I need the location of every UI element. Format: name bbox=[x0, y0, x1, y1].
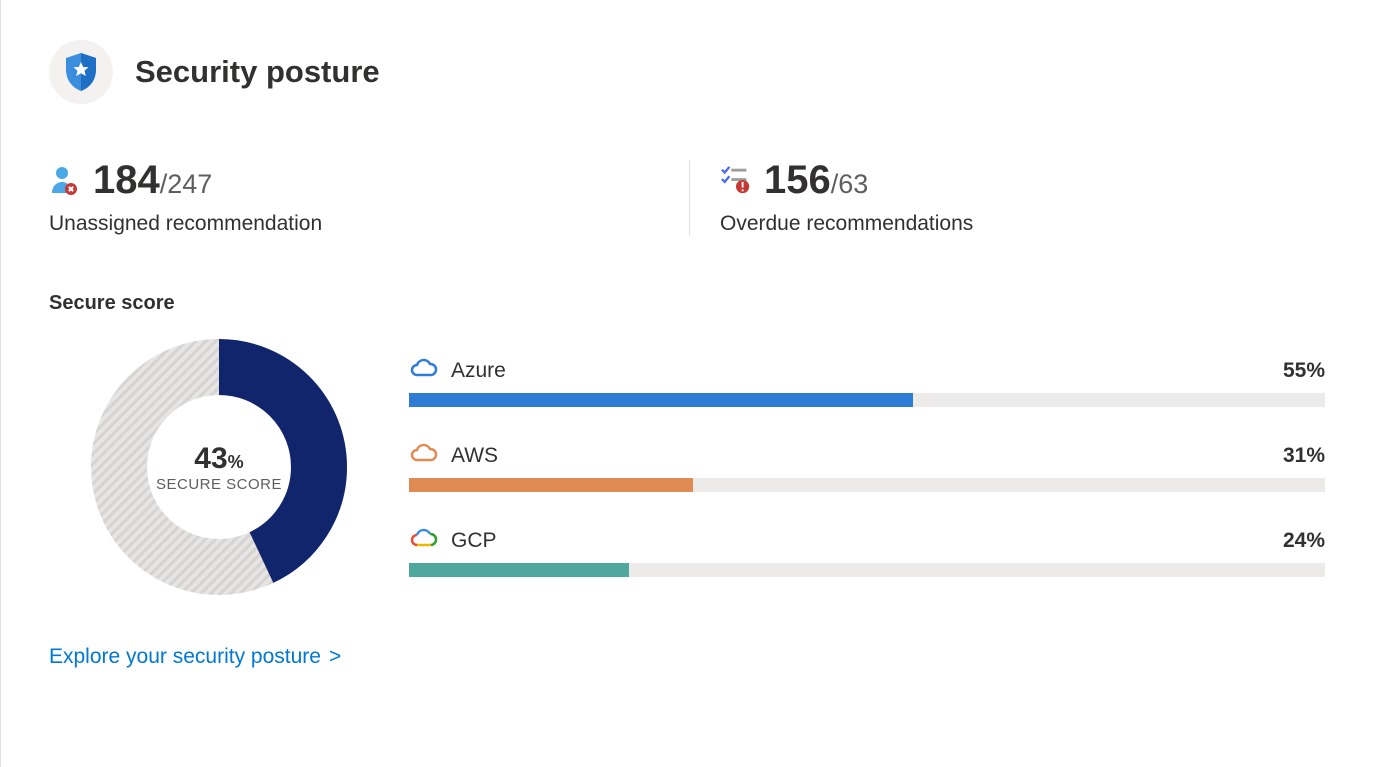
cloud-aws-icon bbox=[409, 443, 439, 470]
provider-percent: 31% bbox=[1283, 444, 1325, 468]
provider-name: Azure bbox=[451, 359, 506, 383]
card-title: Security posture bbox=[135, 54, 380, 90]
secure-score-area: 43% SECURE SCORE Azure 55% AWS 31% GCP 24% bbox=[49, 337, 1325, 597]
checklist-alert-icon bbox=[720, 164, 752, 196]
provider-row-aws[interactable]: AWS 31% bbox=[409, 443, 1325, 492]
chevron-right-icon: > bbox=[329, 645, 341, 669]
stat-overdue-label: Overdue recommendations bbox=[720, 212, 973, 236]
provider-score-bars: Azure 55% AWS 31% GCP 24% bbox=[409, 358, 1325, 577]
person-unassigned-icon bbox=[49, 164, 81, 196]
explore-security-posture-link[interactable]: Explore your security posture > bbox=[49, 645, 341, 669]
secure-score-number: 43 bbox=[194, 442, 227, 475]
provider-bar-fill bbox=[409, 478, 693, 492]
secure-score-heading: Secure score bbox=[49, 292, 1325, 315]
provider-bar-track bbox=[409, 478, 1325, 492]
provider-bar-track bbox=[409, 563, 1325, 577]
stat-unassigned-label: Unassigned recommendation bbox=[49, 212, 689, 236]
card-header: Security posture bbox=[49, 40, 1325, 104]
stat-unassigned-value: 184 /247 bbox=[93, 160, 212, 200]
secure-score-donut: 43% SECURE SCORE bbox=[89, 337, 349, 597]
provider-bar-fill bbox=[409, 393, 913, 407]
provider-row-gcp[interactable]: GCP 24% bbox=[409, 528, 1325, 577]
provider-bar-fill bbox=[409, 563, 629, 577]
shield-icon bbox=[49, 40, 113, 104]
provider-percent: 55% bbox=[1283, 359, 1325, 383]
stat-overdue-total: /63 bbox=[831, 169, 869, 200]
secure-score-value: 43% bbox=[194, 442, 243, 476]
security-posture-card: Security posture 184 /247 bbox=[0, 0, 1373, 767]
secure-score-sublabel: SECURE SCORE bbox=[156, 476, 282, 493]
stat-overdue-value: 156 /63 bbox=[764, 160, 868, 200]
provider-row-azure[interactable]: Azure 55% bbox=[409, 358, 1325, 407]
top-stats: 184 /247 Unassigned recommendation bbox=[49, 160, 1325, 236]
stat-unassigned[interactable]: 184 /247 Unassigned recommendation bbox=[49, 160, 689, 236]
provider-percent: 24% bbox=[1283, 529, 1325, 553]
provider-name: AWS bbox=[451, 444, 498, 468]
stat-unassigned-total: /247 bbox=[160, 169, 213, 200]
stat-overdue[interactable]: 156 /63 Overdue recommendations bbox=[689, 160, 973, 236]
explore-link-text: Explore your security posture bbox=[49, 645, 321, 669]
cloud-azure-icon bbox=[409, 358, 439, 385]
stat-overdue-big: 156 bbox=[764, 160, 831, 200]
cloud-gcp-icon bbox=[409, 528, 439, 555]
percent-sign: % bbox=[228, 452, 244, 472]
provider-name: GCP bbox=[451, 529, 497, 553]
stat-unassigned-big: 184 bbox=[93, 160, 160, 200]
provider-bar-track bbox=[409, 393, 1325, 407]
